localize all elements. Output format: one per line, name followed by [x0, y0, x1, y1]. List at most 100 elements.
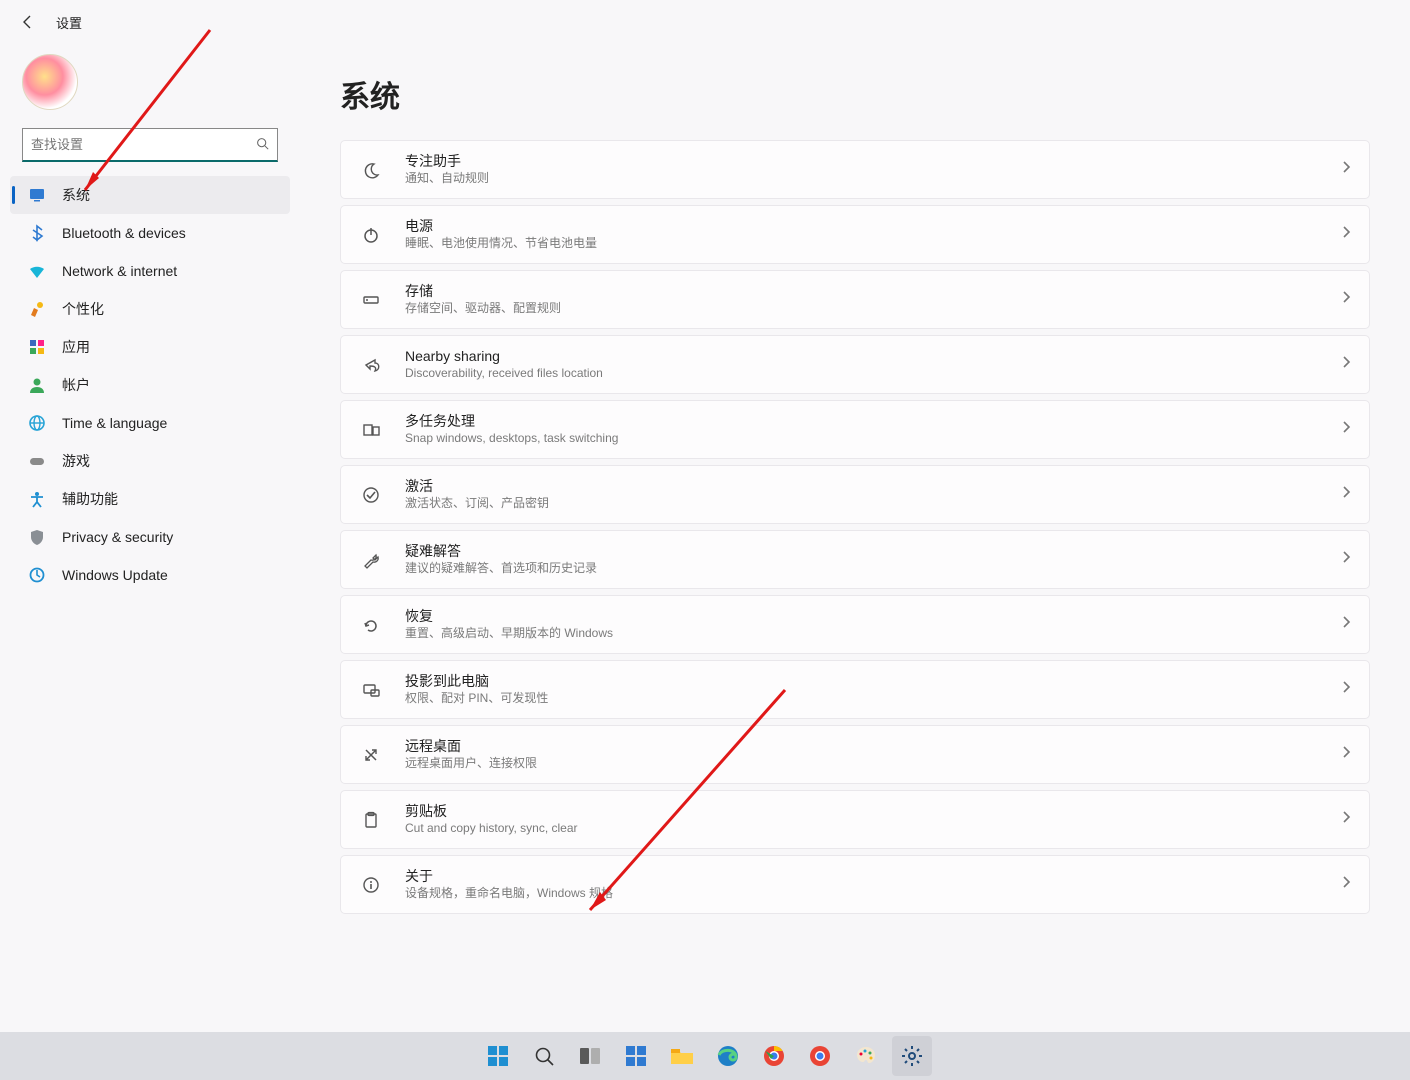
- chevron-right-icon: [1341, 745, 1351, 764]
- settings-card-3[interactable]: Nearby sharing Discoverability, received…: [340, 335, 1370, 394]
- settings-card-1[interactable]: 电源 睡眠、电池使用情况、节省电池电量: [340, 205, 1370, 264]
- sidebar-item-label: Privacy & security: [62, 529, 173, 545]
- project-icon: [359, 678, 383, 702]
- card-title: 投影到此电脑: [405, 672, 1341, 690]
- settings-card-10[interactable]: 剪贴板 Cut and copy history, sync, clear: [340, 790, 1370, 849]
- card-subtitle: 远程桌面用户、连接权限: [405, 755, 1341, 772]
- settings-card-8[interactable]: 投影到此电脑 权限、配对 PIN、可发现性: [340, 660, 1370, 719]
- wifi-icon: [28, 262, 46, 280]
- power-icon: [359, 223, 383, 247]
- monitor-icon: [28, 186, 46, 204]
- settings-card-7[interactable]: 恢复 重置、高级启动、早期版本的 Windows: [340, 595, 1370, 654]
- chevron-right-icon: [1341, 160, 1351, 179]
- taskbar-widgets-button[interactable]: [616, 1036, 656, 1076]
- chevron-right-icon: [1341, 680, 1351, 699]
- back-button[interactable]: [18, 12, 38, 32]
- chevron-right-icon: [1341, 290, 1351, 309]
- multitask-icon: [359, 418, 383, 442]
- app-title: 设置: [56, 13, 82, 32]
- chevron-right-icon: [1341, 875, 1351, 894]
- sidebar-item-9[interactable]: Privacy & security: [10, 518, 290, 556]
- taskbar-chrome-button[interactable]: [754, 1036, 794, 1076]
- gamepad-icon: [28, 452, 46, 470]
- taskbar-chrome2-button[interactable]: [800, 1036, 840, 1076]
- sidebar-item-0[interactable]: 系统: [10, 176, 290, 214]
- sidebar-item-5[interactable]: 帐户: [10, 366, 290, 404]
- card-subtitle: 存储空间、驱动器、配置规则: [405, 300, 1341, 317]
- sidebar-item-label: 应用: [62, 337, 90, 357]
- card-subtitle: 通知、自动规则: [405, 170, 1341, 187]
- share-icon: [359, 353, 383, 377]
- card-title: 剪贴板: [405, 802, 1341, 820]
- taskbar-paint-button[interactable]: [846, 1036, 886, 1076]
- sidebar-item-label: 游戏: [62, 451, 90, 471]
- sidebar: 系统 Bluetooth & devices Network & internet个…: [0, 44, 300, 594]
- taskbar-explorer-button[interactable]: [662, 1036, 702, 1076]
- sidebar-item-8[interactable]: 辅助功能: [10, 480, 290, 518]
- check-circle-icon: [359, 483, 383, 507]
- user-icon: [28, 376, 46, 394]
- card-subtitle: 重置、高级启动、早期版本的 Windows: [405, 625, 1341, 642]
- accessibility-icon: [28, 490, 46, 508]
- moon-icon: [359, 158, 383, 182]
- search-input[interactable]: [31, 137, 256, 152]
- sidebar-item-6[interactable]: Time & language: [10, 404, 290, 442]
- card-title: 多任务处理: [405, 412, 1341, 430]
- taskbar-settings-button[interactable]: [892, 1036, 932, 1076]
- card-subtitle: 激活状态、订阅、产品密钥: [405, 495, 1341, 512]
- card-subtitle: 权限、配对 PIN、可发现性: [405, 690, 1341, 707]
- settings-card-0[interactable]: 专注助手 通知、自动规则: [340, 140, 1370, 199]
- card-subtitle: Cut and copy history, sync, clear: [405, 820, 1341, 837]
- sidebar-item-4[interactable]: 应用: [10, 328, 290, 366]
- bluetooth-icon: [28, 224, 46, 242]
- settings-card-11[interactable]: 关于 设备规格，重命名电脑，Windows 规格: [340, 855, 1370, 914]
- clipboard-icon: [359, 808, 383, 832]
- title-bar: 设置: [0, 0, 1410, 44]
- shield-icon: [28, 528, 46, 546]
- user-avatar[interactable]: [22, 54, 78, 110]
- card-subtitle: 建议的疑难解答、首选项和历史记录: [405, 560, 1341, 577]
- sidebar-item-label: Time & language: [62, 415, 167, 431]
- wrench-icon: [359, 548, 383, 572]
- brush-icon: [28, 300, 46, 318]
- apps-icon: [28, 338, 46, 356]
- settings-card-9[interactable]: 远程桌面 远程桌面用户、连接权限: [340, 725, 1370, 784]
- taskbar-search-button[interactable]: [524, 1036, 564, 1076]
- chevron-right-icon: [1341, 355, 1351, 374]
- taskbar-start-button[interactable]: [478, 1036, 518, 1076]
- search-box[interactable]: [22, 128, 278, 162]
- card-title: 存储: [405, 282, 1341, 300]
- sidebar-item-label: Bluetooth & devices: [62, 225, 186, 241]
- main-content: 系统 专注助手 通知、自动规则 电源 睡眠、电池使用情况、节省电池电量 存储 存…: [300, 44, 1410, 1080]
- settings-card-2[interactable]: 存储 存储空间、驱动器、配置规则: [340, 270, 1370, 329]
- sidebar-item-1[interactable]: Bluetooth & devices: [10, 214, 290, 252]
- sidebar-item-7[interactable]: 游戏: [10, 442, 290, 480]
- sidebar-item-2[interactable]: Network & internet: [10, 252, 290, 290]
- taskbar-taskview-button[interactable]: [570, 1036, 610, 1076]
- info-icon: [359, 873, 383, 897]
- page-title: 系统: [340, 72, 1370, 116]
- card-title: 恢复: [405, 607, 1341, 625]
- chevron-right-icon: [1341, 420, 1351, 439]
- sidebar-item-label: 系统: [62, 185, 90, 205]
- card-subtitle: Discoverability, received files location: [405, 365, 1341, 382]
- card-subtitle: 睡眠、电池使用情况、节省电池电量: [405, 235, 1341, 252]
- card-title: 远程桌面: [405, 737, 1341, 755]
- settings-card-6[interactable]: 疑难解答 建议的疑难解答、首选项和历史记录: [340, 530, 1370, 589]
- chevron-right-icon: [1341, 225, 1351, 244]
- settings-card-4[interactable]: 多任务处理 Snap windows, desktops, task switc…: [340, 400, 1370, 459]
- chevron-right-icon: [1341, 615, 1351, 634]
- chevron-right-icon: [1341, 550, 1351, 569]
- taskbar-edge-button[interactable]: [708, 1036, 748, 1076]
- update-icon: [28, 566, 46, 584]
- sidebar-item-label: 辅助功能: [62, 489, 118, 509]
- sidebar-item-3[interactable]: 个性化: [10, 290, 290, 328]
- card-subtitle: 设备规格，重命名电脑，Windows 规格: [405, 885, 1341, 902]
- card-title: 电源: [405, 217, 1341, 235]
- globe-icon: [28, 414, 46, 432]
- settings-card-5[interactable]: 激活 激活状态、订阅、产品密钥: [340, 465, 1370, 524]
- sidebar-item-10[interactable]: Windows Update: [10, 556, 290, 594]
- search-icon: [256, 137, 269, 153]
- recovery-icon: [359, 613, 383, 637]
- card-title: 关于: [405, 867, 1341, 885]
